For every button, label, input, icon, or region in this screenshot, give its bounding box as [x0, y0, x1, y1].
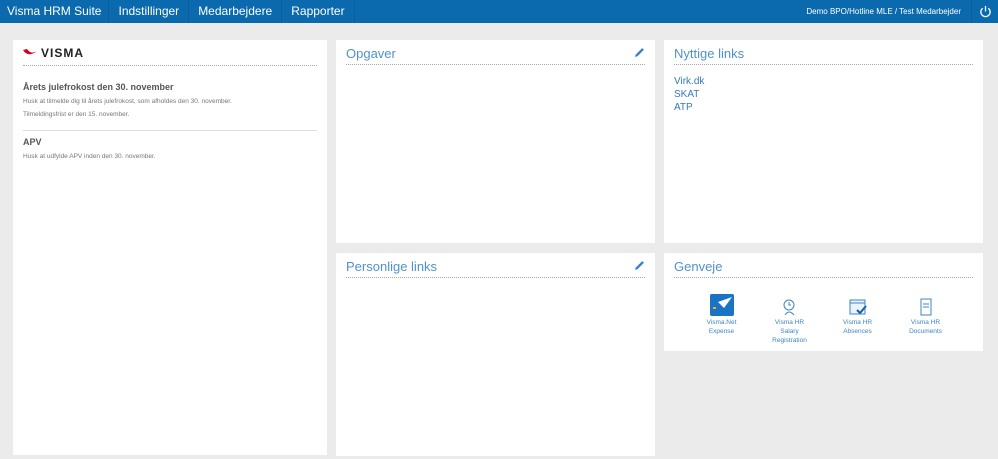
clock-person-icon	[764, 292, 816, 316]
nav-indstillinger[interactable]: Indstillinger	[109, 0, 190, 23]
calendar-check-icon	[832, 292, 884, 316]
panel-title: Genveje	[674, 259, 723, 274]
nav-medarbejdere[interactable]: Medarbejdere	[189, 0, 283, 23]
news-text: Husk at udfylde APV inden den 30. novemb…	[23, 153, 156, 160]
panel-title: Opgaver	[346, 46, 396, 61]
nav-rapporter[interactable]: Rapporter	[282, 0, 355, 23]
news-title: APV	[23, 137, 42, 147]
shortcut-absences[interactable]: Visma HR Absences	[832, 292, 884, 345]
brand-link[interactable]: Visma HRM Suite	[0, 0, 110, 23]
panel-title: Personlige links	[346, 259, 438, 274]
visma-logo: VISMA	[23, 46, 317, 66]
news-title: Årets julefrokost den 30. november	[23, 82, 174, 92]
document-scroll-icon	[900, 292, 952, 316]
divider	[23, 130, 317, 131]
news-text: Tilmeldingsfrist er den 15. november.	[23, 111, 130, 118]
tasks-panel: Opgaver	[336, 40, 655, 243]
panel-title: Nyttige links	[674, 46, 745, 61]
edit-pencil-icon[interactable]	[634, 46, 645, 61]
shortcut-documents[interactable]: Visma HR Documents	[900, 292, 952, 345]
top-nav: Visma HRM Suite Indstillinger Medarbejde…	[0, 0, 998, 23]
news-text: Husk at tilmelde dig til årets julefroko…	[23, 98, 232, 105]
news-panel: VISMA Årets julefrokost den 30. november…	[13, 40, 327, 455]
expense-icon	[696, 292, 748, 316]
shortcut-expense[interactable]: Visma.Net Expense	[696, 292, 748, 345]
link-virk[interactable]: Virk.dk	[674, 75, 973, 88]
user-name[interactable]: Demo BPO/Hotline MLE / Test Medarbejder	[806, 0, 972, 23]
edit-pencil-icon[interactable]	[634, 259, 645, 274]
personal-links-panel: Personlige links	[336, 253, 655, 456]
shortcuts-panel: Genveje Visma.Net Expense Visma HR Salary R…	[664, 253, 983, 351]
link-atp[interactable]: ATP	[674, 101, 973, 114]
shortcut-salary[interactable]: Visma HR Salary Registration	[764, 292, 816, 345]
useful-links-panel: Nyttige links Virk.dk SKAT ATP	[664, 40, 983, 243]
link-skat[interactable]: SKAT	[674, 88, 973, 101]
power-icon[interactable]	[972, 0, 998, 23]
